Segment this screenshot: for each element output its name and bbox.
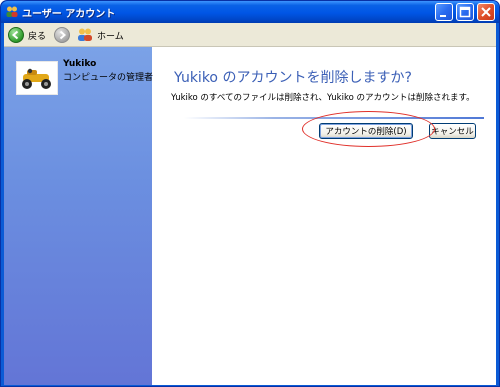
close-button[interactable] — [477, 3, 495, 21]
user-accounts-window: ユーザー アカウント 戻る ホーム Yukiko コンピュータの管理者 Yuki… — [0, 0, 500, 387]
close-icon — [481, 7, 491, 17]
forward-arrow-icon — [54, 27, 70, 43]
user-name: Yukiko — [63, 59, 97, 69]
window-title: ユーザー アカウント — [22, 9, 116, 20]
home-button[interactable]: ホーム — [77, 26, 124, 44]
minimize-icon — [440, 15, 446, 17]
user-side-panel: Yukiko コンピュータの管理者 — [4, 47, 154, 385]
home-label: ホーム — [97, 31, 124, 42]
back-button[interactable]: 戻る — [8, 26, 46, 44]
maximize-icon — [459, 6, 471, 18]
page-title: Yukiko のアカウントを削除しますか? — [174, 70, 412, 86]
cancel-button[interactable]: キャンセル — [429, 123, 476, 139]
back-label: 戻る — [28, 31, 47, 42]
back-arrow-icon — [8, 27, 24, 43]
users-home-icon — [78, 28, 92, 41]
maximize-button[interactable] — [456, 3, 474, 21]
delete-account-button[interactable]: アカウントの削除(D) — [319, 123, 413, 139]
race-car-icon — [22, 68, 51, 89]
user-avatar — [16, 61, 58, 95]
forward-button[interactable] — [54, 26, 70, 44]
user-role: コンピュータの管理者 — [63, 73, 154, 83]
minimize-button[interactable] — [435, 3, 453, 21]
divider — [184, 117, 484, 119]
delete-description: Yukiko のすべてのファイルは削除され、Yukiko のアカウントは削除され… — [171, 93, 475, 103]
client-area: Yukiko コンピュータの管理者 Yukiko のアカウントを削除しますか? … — [4, 47, 496, 385]
users-icon — [6, 6, 18, 17]
title-bar[interactable]: ユーザー アカウント — [1, 1, 499, 23]
toolbar: 戻る ホーム — [4, 23, 496, 47]
